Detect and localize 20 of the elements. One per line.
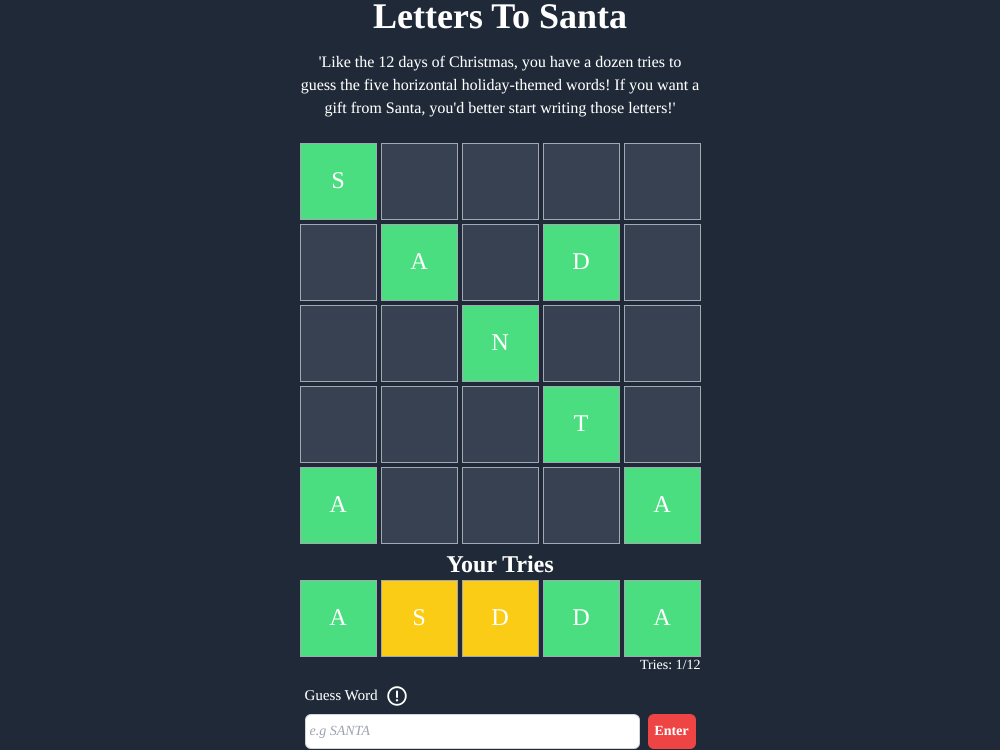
board-tile: D xyxy=(542,224,620,301)
guess-tile: A xyxy=(300,580,376,657)
guess-label: Guess Word xyxy=(304,687,378,706)
board-tile: A xyxy=(624,467,700,544)
board-tile: A xyxy=(300,467,376,544)
guess-tile: D xyxy=(542,580,620,657)
guess-tile: A xyxy=(624,580,700,657)
board-tile: N xyxy=(462,305,538,382)
guess-input[interactable]: e.g SANTA xyxy=(304,714,640,749)
guess-tile: D xyxy=(462,580,538,657)
guess-tile: S xyxy=(380,580,458,657)
board-tile: S xyxy=(300,143,376,220)
tries-counter: Tries: 1/12 xyxy=(640,657,700,675)
enter-button[interactable]: Enter xyxy=(648,714,696,749)
page-title: Letters To Santa xyxy=(372,0,628,36)
board-tile: A xyxy=(380,224,458,301)
tries-heading: Your Tries xyxy=(446,551,554,580)
exclamation-icon[interactable] xyxy=(386,686,407,706)
intro-text: 'Like the 12 days of Christmas, you have a dozen tries to guess the five horizontal holiday-themed words! If you want a gift from Santa, you'd better start writing those letters!' xyxy=(300,53,700,119)
board-tile: T xyxy=(542,386,620,463)
